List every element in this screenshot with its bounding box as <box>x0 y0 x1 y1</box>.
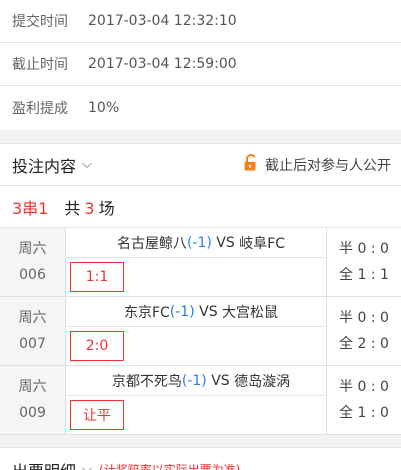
order-info: 提交时间 2017-03-04 12:32:10 截止时间 2017-03-04… <box>0 0 401 130</box>
match-day-cell: 周六 006 <box>0 228 66 296</box>
match-scores: 半 0 : 0 全 1 : 0 <box>326 366 401 434</box>
pick-option[interactable]: 2:0 <box>70 331 124 361</box>
match-weekday: 周六 <box>18 379 47 395</box>
home-team: 京都不死鸟 <box>111 373 182 390</box>
commission-row: 盈利提成 10% <box>0 86 401 130</box>
bet-section: 投注内容 截止后对参与人公开 3串1 共3场 周六 006 名古屋鲸八 (-1)… <box>0 144 401 435</box>
match-picks: 2:0 <box>66 327 326 365</box>
away-team: 大宫松鼠 <box>222 304 279 321</box>
match-number: 006 <box>19 267 46 283</box>
deadline-value: 2017-03-04 12:59:00 <box>88 56 237 72</box>
match-number: 009 <box>19 405 46 421</box>
section-gap <box>0 435 401 447</box>
home-team: 东京FC <box>123 304 170 321</box>
combo-row: 3串1 共3场 <box>0 186 401 228</box>
pick-option[interactable]: 1:1 <box>70 262 124 292</box>
handicap: (-1) <box>181 372 207 389</box>
chevron-down-icon <box>81 464 93 470</box>
ticket-odds-note: (计奖赔率以实际出票为准) <box>99 463 241 470</box>
full-time-score: 全 1 : 1 <box>339 267 389 283</box>
match-row: 周六 007 东京FC (-1) VS 大宫松鼠 2:0 半 0 : 0 全 2 … <box>0 297 401 366</box>
section-gap <box>0 130 401 144</box>
submit-time-value: 2017-03-04 12:32:10 <box>88 13 237 29</box>
match-day-cell: 周六 007 <box>0 297 66 365</box>
full-time-score: 全 1 : 0 <box>339 405 389 421</box>
commission-label: 盈利提成 <box>12 101 68 117</box>
away-team: 德岛漩涡 <box>234 373 291 390</box>
deadline-label: 截止时间 <box>12 57 68 73</box>
match-weekday: 周六 <box>18 241 47 257</box>
match-scores: 半 0 : 0 全 2 : 0 <box>326 297 401 365</box>
total-suffix: 场 <box>98 198 115 218</box>
ticket-detail-title: 出票明细 <box>12 458 76 470</box>
home-team: 名古屋鲸八 <box>116 235 187 252</box>
match-detail: 东京FC (-1) VS 大宫松鼠 2:0 <box>66 297 326 365</box>
match-teams: 东京FC (-1) VS 大宫松鼠 <box>66 297 326 327</box>
match-teams: 京都不死鸟 (-1) VS 德岛漩涡 <box>66 366 326 396</box>
commission-value: 10% <box>88 100 120 116</box>
match-row: 周六 006 名古屋鲸八 (-1) VS 岐阜FC 1:1 半 0 : 0 全 1… <box>0 228 401 297</box>
match-detail: 京都不死鸟 (-1) VS 德岛漩涡 让平 <box>66 366 326 434</box>
unlock-icon <box>243 153 259 176</box>
public-label: 截止后对参与人公开 <box>265 157 391 174</box>
half-time-score: 半 0 : 0 <box>339 379 389 395</box>
handicap: (-1) <box>186 234 212 251</box>
submit-time-row: 提交时间 2017-03-04 12:32:10 <box>0 0 401 42</box>
match-picks: 1:1 <box>66 258 326 296</box>
match-scores: 半 0 : 0 全 1 : 1 <box>326 228 401 296</box>
deadline-row: 截止时间 2017-03-04 12:59:00 <box>0 43 401 85</box>
vs-label: VS <box>211 234 240 251</box>
bet-content-toggle[interactable]: 投注内容 <box>12 153 93 177</box>
match-row: 周六 009 京都不死鸟 (-1) VS 德岛漩涡 让平 半 0 : 0 全 1 … <box>0 366 401 435</box>
half-time-score: 半 0 : 0 <box>339 241 389 257</box>
submit-time-label: 提交时间 <box>12 14 68 30</box>
match-picks: 让平 <box>66 396 326 434</box>
total-count: 3 <box>84 198 95 218</box>
half-time-score: 半 0 : 0 <box>339 310 389 326</box>
vs-label: VS <box>194 303 223 320</box>
handicap: (-1) <box>169 303 195 320</box>
bet-content-title: 投注内容 <box>12 156 77 176</box>
chevron-down-icon <box>81 159 93 171</box>
bet-section-header: 投注内容 截止后对参与人公开 <box>0 144 401 186</box>
pick-option[interactable]: 让平 <box>70 400 124 430</box>
total-prefix: 共 <box>64 198 81 218</box>
match-teams: 名古屋鲸八 (-1) VS 岐阜FC <box>66 228 326 258</box>
vs-label: VS <box>206 372 235 389</box>
full-time-score: 全 2 : 0 <box>339 336 389 352</box>
away-team: 岐阜FC <box>239 235 286 252</box>
combo-type: 3串1 <box>12 198 49 218</box>
match-day-cell: 周六 009 <box>0 366 66 434</box>
ticket-detail-toggle[interactable]: 出票明细 (计奖赔率以实际出票为准) <box>0 447 401 470</box>
match-weekday: 周六 <box>18 310 47 326</box>
public-after-deadline[interactable]: 截止后对参与人公开 <box>243 153 391 176</box>
match-number: 007 <box>19 336 46 352</box>
match-total: 共3场 <box>64 195 114 219</box>
match-detail: 名古屋鲸八 (-1) VS 岐阜FC 1:1 <box>66 228 326 296</box>
